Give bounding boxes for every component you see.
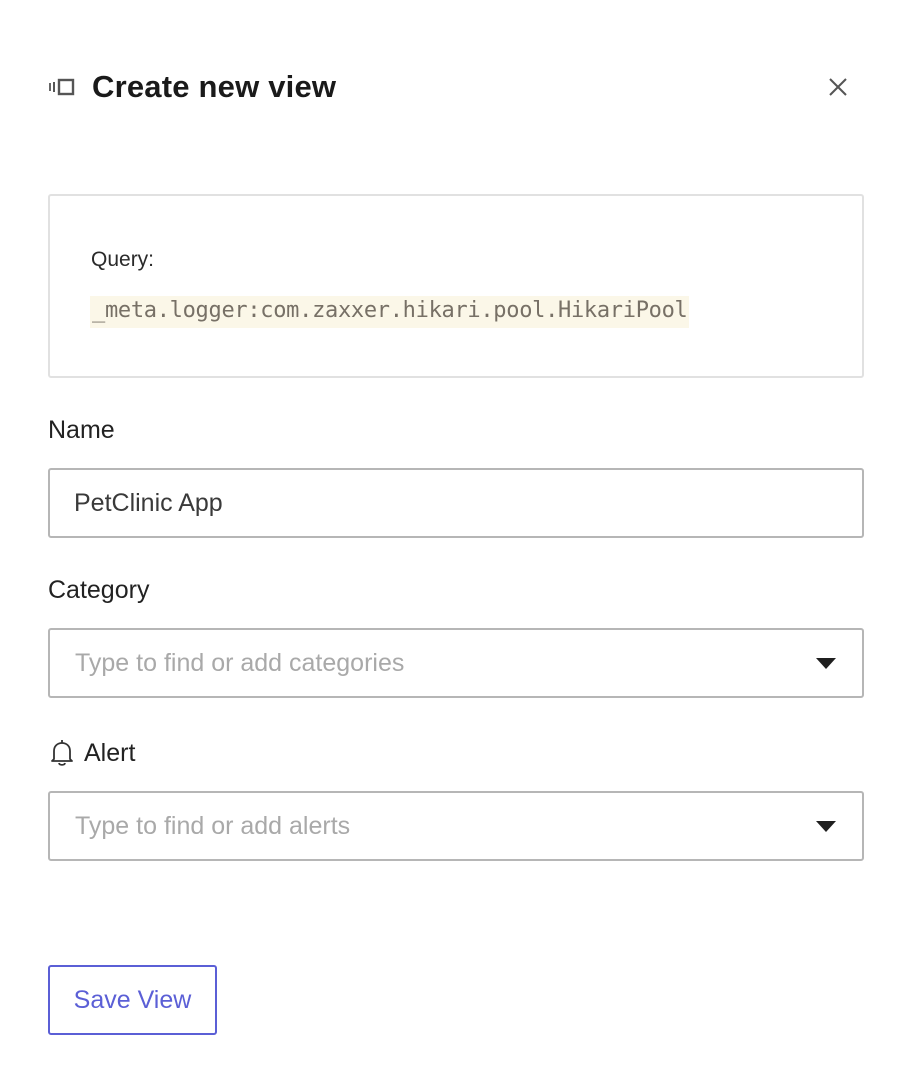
caret-down-icon[interactable]: [816, 657, 836, 669]
query-value: _meta.logger:com.zaxxer.hikari.pool.Hika…: [90, 296, 690, 328]
alert-input[interactable]: [73, 810, 816, 842]
save-view-button[interactable]: Save View: [48, 965, 217, 1035]
caret-down-icon[interactable]: [816, 820, 836, 832]
close-icon[interactable]: [826, 75, 850, 99]
category-input[interactable]: [73, 647, 816, 679]
alert-select[interactable]: [48, 791, 864, 861]
category-label: Category: [48, 576, 150, 604]
query-label: Query:: [91, 248, 155, 271]
dialog-title: Create new view: [92, 69, 337, 104]
name-label: Name: [48, 416, 115, 444]
name-input[interactable]: [48, 468, 864, 538]
alert-label-row: Alert: [48, 738, 135, 768]
view-icon: [48, 77, 76, 97]
create-view-dialog: Create new view Query: _meta.logger:com.…: [0, 0, 912, 1082]
query-panel: Query: _meta.logger:com.zaxxer.hikari.po…: [48, 194, 864, 378]
category-select[interactable]: [48, 628, 864, 698]
bell-icon: [48, 738, 76, 768]
dialog-header: Create new view: [48, 62, 864, 112]
alert-label: Alert: [84, 738, 136, 767]
